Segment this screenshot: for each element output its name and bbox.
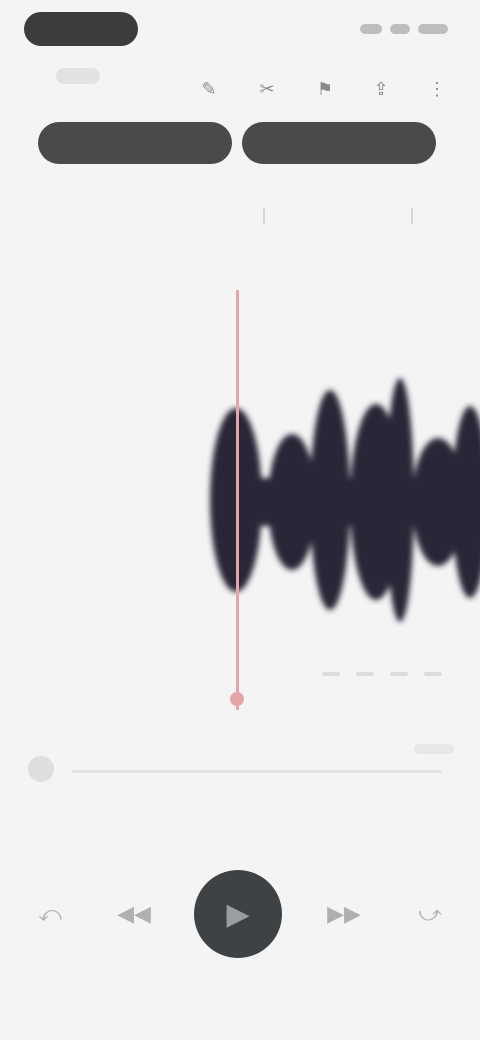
- more-icon[interactable]: ⋮: [424, 76, 450, 102]
- voice-recorder-screen: ✎ ✂ ⚑ ⇪ ⋮ ⤺ ◀◀ ▶ ▶▶ ⤻: [0, 0, 480, 1040]
- scrubber-end-label: [414, 744, 454, 754]
- playhead[interactable]: [236, 290, 239, 710]
- waveform-area[interactable]: [0, 290, 480, 720]
- ruler-label: [372, 204, 452, 224]
- toolbar: ✎ ✂ ⚑ ⇪ ⋮: [0, 62, 480, 112]
- ruler-label: [224, 204, 304, 224]
- battery-icon: [418, 24, 448, 34]
- marker: [424, 672, 442, 676]
- signal-icon: [360, 24, 382, 34]
- segment-right-button[interactable]: [242, 122, 436, 164]
- share-icon[interactable]: ⇪: [368, 76, 394, 102]
- marker: [356, 672, 374, 676]
- ruler-tick: [411, 208, 413, 224]
- fast-forward-icon[interactable]: ▶▶: [326, 898, 362, 930]
- status-icons: [354, 20, 450, 38]
- marker: [390, 672, 408, 676]
- scrubber[interactable]: [24, 744, 456, 796]
- play-icon: ▶: [226, 897, 250, 931]
- bookmark-icon[interactable]: ⚑: [312, 76, 338, 102]
- segment-left-button[interactable]: [38, 122, 232, 164]
- playhead-handle[interactable]: [230, 692, 244, 706]
- recording-title: [56, 68, 100, 84]
- skip-back-icon[interactable]: ⤺: [34, 898, 66, 930]
- segmented-control: [38, 122, 436, 164]
- wifi-icon: [390, 24, 410, 34]
- ruler-tick: [263, 208, 265, 224]
- edit-icon[interactable]: ✎: [196, 76, 222, 102]
- scrubber-track[interactable]: [72, 770, 442, 773]
- trim-icon[interactable]: ✂: [254, 76, 280, 102]
- skip-forward-icon[interactable]: ⤻: [414, 898, 446, 930]
- scrubber-knob[interactable]: [28, 756, 54, 782]
- marker-indicators: [312, 668, 452, 682]
- status-bar: [0, 0, 480, 60]
- transport-controls: ⤺ ◀◀ ▶ ▶▶ ⤻: [0, 858, 480, 968]
- rewind-icon[interactable]: ◀◀: [116, 898, 152, 930]
- status-time: [24, 12, 138, 46]
- marker: [322, 672, 340, 676]
- play-button[interactable]: ▶: [194, 870, 282, 958]
- waveform: [210, 378, 480, 622]
